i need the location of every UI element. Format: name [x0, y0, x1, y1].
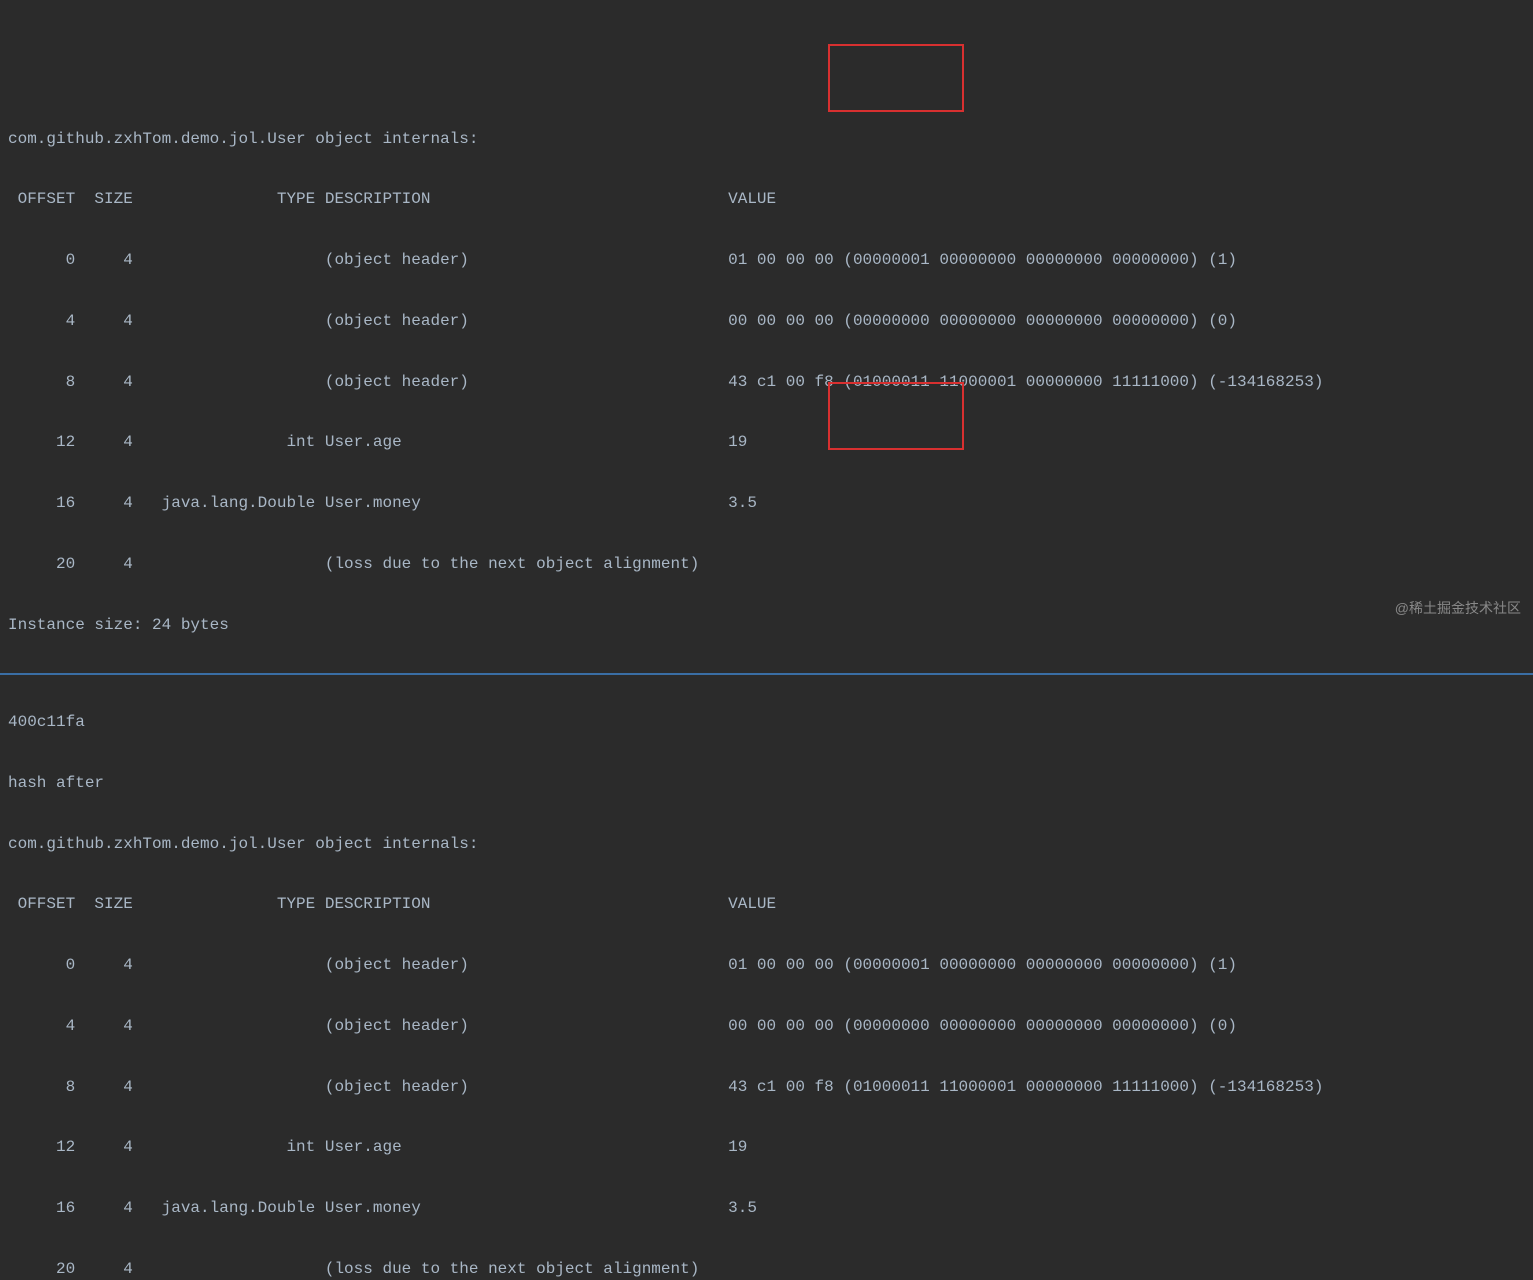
table-row: 12 4 int User.age 19	[0, 427, 1533, 457]
table-row: 20 4 (loss due to the next object alignm…	[0, 549, 1533, 579]
table-row: 0 4 (object header) 01 00 00 00 (0000000…	[0, 245, 1533, 275]
section1-header: OFFSET SIZE TYPE DESCRIPTION VALUE	[0, 184, 1533, 214]
section1-footer: Instance size: 24 bytes	[0, 610, 1533, 640]
table-row: 20 4 (loss due to the next object alignm…	[0, 1254, 1533, 1280]
hash-value: 400c11fa	[0, 707, 1533, 737]
table-row: 4 4 (object header) 00 00 00 00 (0000000…	[0, 306, 1533, 336]
watermark: @稀土掘金技术社区	[1395, 595, 1521, 622]
table-row: 0 4 (object header) 01 00 00 00 (0000000…	[0, 950, 1533, 980]
divider	[0, 673, 1533, 675]
table-row: 16 4 java.lang.Double User.money 3.5	[0, 1193, 1533, 1223]
highlight-box-1	[828, 44, 964, 112]
table-row: 12 4 int User.age 19	[0, 1132, 1533, 1162]
table-row: 8 4 (object header) 43 c1 00 f8 (0100001…	[0, 367, 1533, 397]
table-row: 4 4 (object header) 00 00 00 00 (0000000…	[0, 1011, 1533, 1041]
section2-title: com.github.zxhTom.demo.jol.User object i…	[0, 829, 1533, 859]
hash-label: hash after	[0, 768, 1533, 798]
table-row: 16 4 java.lang.Double User.money 3.5	[0, 488, 1533, 518]
section2-header: OFFSET SIZE TYPE DESCRIPTION VALUE	[0, 889, 1533, 919]
section1-title: com.github.zxhTom.demo.jol.User object i…	[0, 124, 1533, 154]
table-row: 8 4 (object header) 43 c1 00 f8 (0100001…	[0, 1072, 1533, 1102]
